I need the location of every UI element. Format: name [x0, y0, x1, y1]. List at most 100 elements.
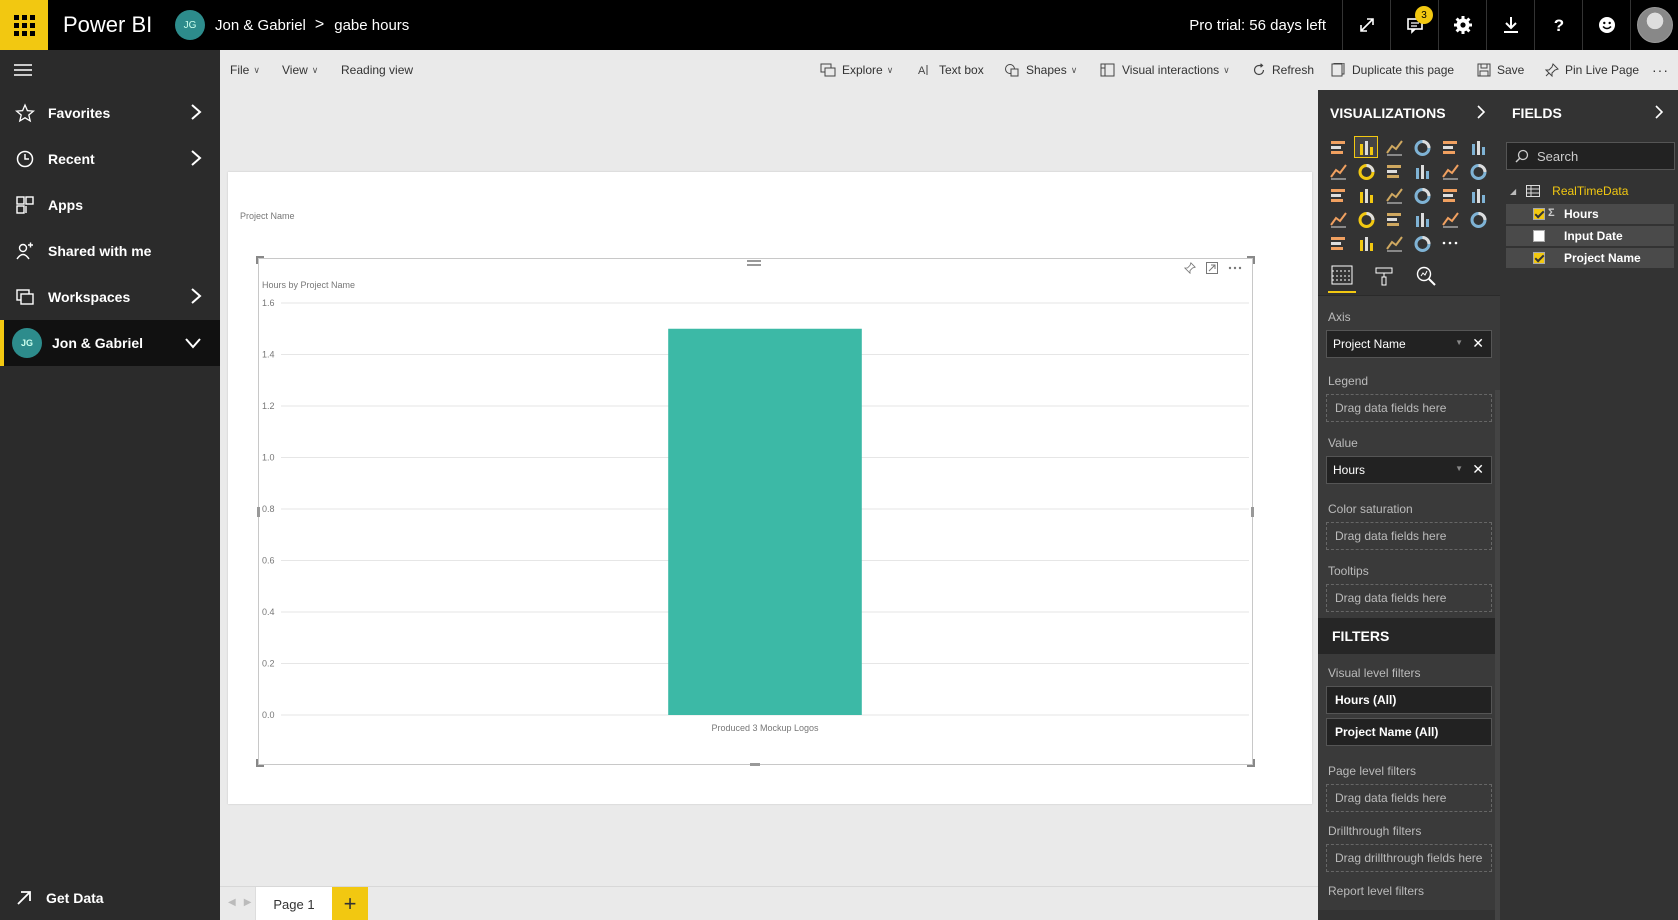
fields-tab[interactable] — [1328, 259, 1356, 293]
line-chart-icon[interactable] — [1326, 160, 1350, 182]
refresh-button[interactable]: Refresh — [1252, 50, 1314, 90]
axis-well-field[interactable]: Project Name ▼ ✕ — [1326, 330, 1492, 358]
shapes-menu[interactable]: Shapes ∨ — [1004, 50, 1077, 90]
scatter-icon[interactable] — [1354, 184, 1378, 206]
pie-icon[interactable] — [1382, 184, 1406, 206]
field-item[interactable]: Input Date — [1506, 226, 1674, 246]
chevron-right-icon[interactable] — [190, 149, 202, 167]
stacked-column-icon[interactable] — [1354, 136, 1378, 158]
chevron-right-icon[interactable] — [1476, 105, 1486, 119]
funnel-icon[interactable] — [1354, 208, 1378, 230]
download-button[interactable] — [1486, 0, 1534, 50]
fields-search-input[interactable]: Search — [1506, 142, 1675, 170]
gauge-icon[interactable] — [1382, 208, 1406, 230]
page-tab[interactable]: Page 1 — [255, 887, 333, 920]
nav-toggle-button[interactable] — [0, 50, 220, 90]
file-menu[interactable]: File ∨ — [230, 50, 260, 90]
chevron-right-icon[interactable] — [1654, 105, 1664, 119]
more-options-button[interactable]: ··· — [1652, 50, 1669, 90]
feedback-button[interactable] — [1582, 0, 1630, 50]
line-clustered-icon[interactable] — [1438, 160, 1462, 182]
nav-item-favorites[interactable]: Favorites — [0, 90, 220, 136]
drillthrough-drop-zone[interactable]: Drag drillthrough fields here — [1326, 844, 1492, 872]
analytics-tab[interactable] — [1412, 259, 1440, 293]
app-launcher-button[interactable] — [0, 0, 48, 50]
table-node[interactable]: ◢ RealTimeData — [1500, 184, 1678, 198]
chevron-down-icon[interactable]: ▼ — [1455, 338, 1463, 347]
pin-live-page-button[interactable]: Pin Live Page — [1545, 50, 1639, 90]
help-button[interactable]: ? — [1534, 0, 1582, 50]
text-box-button[interactable]: A Text box — [917, 50, 984, 90]
100-column-icon[interactable] — [1466, 136, 1490, 158]
resize-handle[interactable] — [1251, 507, 1254, 517]
expand-triangle-icon[interactable]: ◢ — [1510, 187, 1516, 196]
checkbox[interactable] — [1533, 208, 1545, 220]
resize-handle[interactable] — [256, 759, 264, 767]
format-tab[interactable] — [1370, 259, 1398, 293]
checkbox[interactable] — [1533, 252, 1545, 264]
line-column-icon[interactable] — [1410, 160, 1434, 182]
project-name-filter[interactable]: Project Name (All) — [1326, 718, 1492, 746]
treemap-icon[interactable] — [1438, 184, 1462, 206]
remove-icon[interactable]: ✕ — [1472, 335, 1484, 352]
trial-status[interactable]: Pro trial: 56 days left — [1189, 17, 1326, 34]
nav-item-workspaces[interactable]: Workspaces — [0, 274, 220, 320]
fullscreen-button[interactable] — [1342, 0, 1390, 50]
resize-handle[interactable] — [257, 507, 260, 517]
chevron-down-icon[interactable]: ▼ — [1455, 464, 1463, 473]
waterfall-icon[interactable] — [1326, 184, 1350, 206]
ribbon-chart-icon[interactable] — [1466, 160, 1490, 182]
multirow-card-icon[interactable] — [1438, 208, 1462, 230]
map-icon[interactable] — [1466, 184, 1490, 206]
kpi-icon[interactable] — [1466, 208, 1490, 230]
settings-button[interactable] — [1438, 0, 1486, 50]
breadcrumb-workspace[interactable]: Jon & Gabriel — [215, 17, 306, 34]
duplicate-page-button[interactable]: Duplicate this page — [1330, 50, 1454, 90]
checkbox[interactable] — [1533, 230, 1545, 242]
color-saturation-drop-zone[interactable]: Drag data fields here — [1326, 522, 1492, 550]
clustered-column-icon[interactable] — [1410, 136, 1434, 158]
account-button[interactable] — [1630, 0, 1678, 50]
hours-filter[interactable]: Hours (All) — [1326, 686, 1492, 714]
more-visuals-icon[interactable] — [1438, 232, 1462, 254]
area-chart-icon[interactable] — [1354, 160, 1378, 182]
resize-handle[interactable] — [1247, 256, 1255, 264]
chart-bar[interactable] — [668, 328, 862, 715]
resize-handle[interactable] — [750, 763, 760, 766]
report-canvas[interactable]: Project Name Hours by Project Name 0.0 0.… — [228, 172, 1312, 804]
stacked-area-icon[interactable] — [1382, 160, 1406, 182]
slicer-icon[interactable] — [1326, 232, 1350, 254]
resize-handle[interactable] — [256, 256, 264, 264]
nav-item-recent[interactable]: Recent — [0, 136, 220, 182]
slicer-label[interactable]: Project Name — [240, 211, 295, 221]
legend-drop-zone[interactable]: Drag data fields here — [1326, 394, 1492, 422]
page-filters-drop-zone[interactable]: Drag data fields here — [1326, 784, 1492, 812]
explore-menu[interactable]: Explore ∨ — [820, 50, 893, 90]
stacked-bar-icon[interactable] — [1326, 136, 1350, 158]
tooltips-drop-zone[interactable]: Drag data fields here — [1326, 584, 1492, 612]
chevron-right-icon[interactable] — [190, 287, 202, 305]
add-page-button[interactable]: + — [332, 887, 368, 920]
chevron-right-icon[interactable] — [190, 103, 202, 121]
notifications-button[interactable]: 3 — [1390, 0, 1438, 50]
filled-map-icon[interactable] — [1326, 208, 1350, 230]
matrix-icon[interactable] — [1382, 232, 1406, 254]
field-item[interactable]: Project Name — [1506, 248, 1674, 268]
table-icon[interactable] — [1354, 232, 1378, 254]
field-item[interactable]: Σ Hours — [1506, 204, 1674, 224]
chevron-down-icon[interactable] — [184, 337, 202, 349]
clustered-bar-icon[interactable] — [1382, 136, 1406, 158]
reading-view-button[interactable]: Reading view — [341, 50, 413, 90]
brand-name[interactable]: Power BI — [63, 12, 173, 38]
remove-icon[interactable]: ✕ — [1472, 461, 1484, 478]
value-well-field[interactable]: Hours ▼ ✕ — [1326, 456, 1492, 484]
visual-interactions-menu[interactable]: Visual interactions ∨ — [1100, 50, 1230, 90]
globe-icon[interactable] — [1410, 232, 1434, 254]
nav-item-shared[interactable]: Shared with me — [0, 228, 220, 274]
resize-handle[interactable] — [1247, 759, 1255, 767]
bar-chart-visual[interactable]: Hours by Project Name 0.0 0.2 0.4 0.6 0.8 1.0… — [256, 256, 1255, 767]
100-bar-icon[interactable] — [1438, 136, 1462, 158]
nav-item-current-workspace[interactable]: JG Jon & Gabriel — [0, 320, 220, 366]
get-data-button[interactable]: Get Data — [0, 876, 220, 920]
donut-icon[interactable] — [1410, 184, 1434, 206]
